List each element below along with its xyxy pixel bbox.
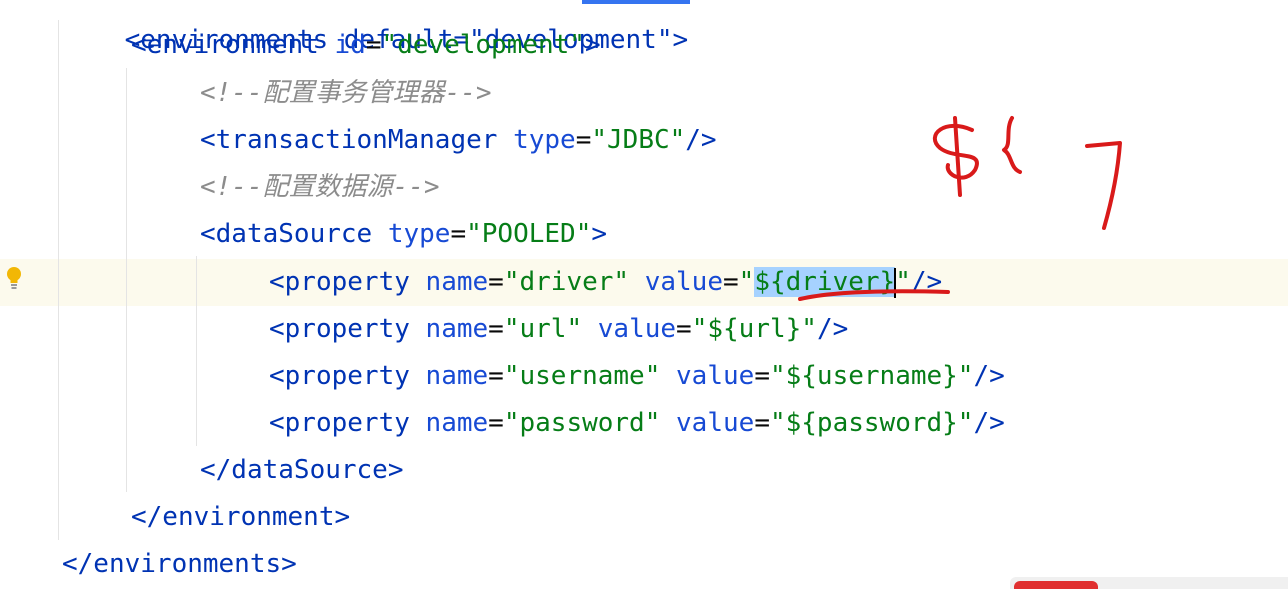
brace-scribble xyxy=(1002,116,1022,174)
record-indicator[interactable] xyxy=(1014,581,1098,589)
code-editor[interactable]: <environments default="development"> <en… xyxy=(0,0,1288,589)
underline-stroke xyxy=(798,289,950,301)
dollar-stroke xyxy=(953,116,962,197)
handwritten-annotations xyxy=(798,116,1122,301)
seven-scribble xyxy=(1085,141,1122,230)
